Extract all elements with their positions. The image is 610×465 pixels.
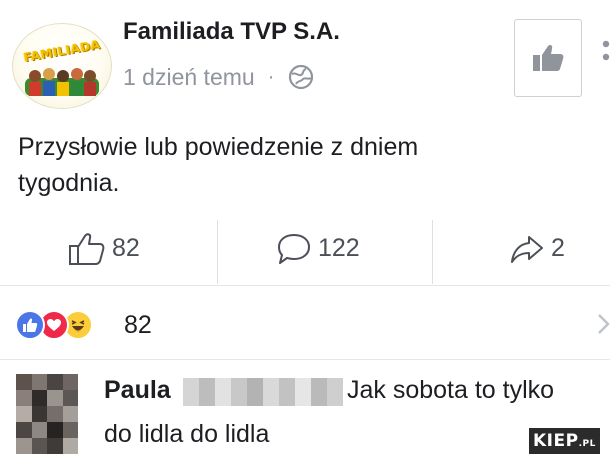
familiada-logo-figures: [25, 68, 99, 96]
comment-text-line: do lidla do lidla: [104, 420, 270, 448]
action-bar: 82 122 2: [0, 212, 610, 286]
commenter-avatar-pixelated[interactable]: [16, 374, 78, 454]
page-name-link[interactable]: Familiada TVP S.A.: [123, 18, 340, 46]
commenter-name-link[interactable]: Paula: [104, 376, 171, 405]
comment-text-line: Jak sobota to tylko: [347, 376, 555, 404]
globe-icon: [289, 64, 314, 90]
familiada-logo-text: FAMILIADA: [22, 37, 102, 65]
like-reaction-icon: [15, 310, 45, 340]
commenter-surname-pixelated: [183, 378, 343, 406]
post-text-line: Przysłowie lub powiedzenie z dniem: [18, 133, 419, 161]
chevron-right-icon[interactable]: [596, 312, 610, 336]
comment-bubble-icon: [278, 233, 310, 264]
more-options-icon[interactable]: [596, 38, 610, 64]
action-divider: [217, 220, 218, 284]
reactions-count: 82: [124, 311, 152, 339]
post-header: FAMILIADA Familiada TVP S.A. 1 dzień tem…: [0, 0, 610, 120]
comment-button[interactable]: 122: [276, 212, 360, 285]
like-page-button[interactable]: [514, 19, 582, 97]
like-button[interactable]: 82: [68, 212, 140, 285]
page-avatar[interactable]: FAMILIADA: [12, 23, 112, 109]
kiep-watermark: KIEP.PL: [529, 428, 600, 454]
reactions-summary[interactable]: 82: [0, 286, 610, 360]
facebook-post: FAMILIADA Familiada TVP S.A. 1 dzień tem…: [0, 0, 610, 465]
thumbs-up-outline-icon: [69, 232, 105, 265]
comment-count: 122: [318, 234, 360, 262]
like-count: 82: [112, 234, 140, 262]
share-button[interactable]: 2: [509, 212, 565, 285]
thumbs-up-icon: [533, 45, 564, 71]
post-text: Przysłowie lub powiedzenie z dniem tygod…: [18, 129, 578, 201]
comment: Paula Jak sobota to tylko do lidla do li…: [0, 360, 610, 465]
post-text-line: tygodnia.: [18, 169, 120, 197]
watermark-suffix: .PL: [578, 439, 596, 449]
post-meta: 1 dzień temu ·: [123, 62, 315, 92]
action-divider: [432, 220, 433, 284]
reaction-icons: [15, 310, 93, 340]
share-count: 2: [551, 234, 565, 262]
meta-separator: ·: [267, 65, 275, 88]
post-timestamp[interactable]: 1 dzień temu: [123, 64, 255, 91]
watermark-main: KIEP: [533, 431, 579, 451]
share-arrow-icon: [511, 235, 543, 263]
